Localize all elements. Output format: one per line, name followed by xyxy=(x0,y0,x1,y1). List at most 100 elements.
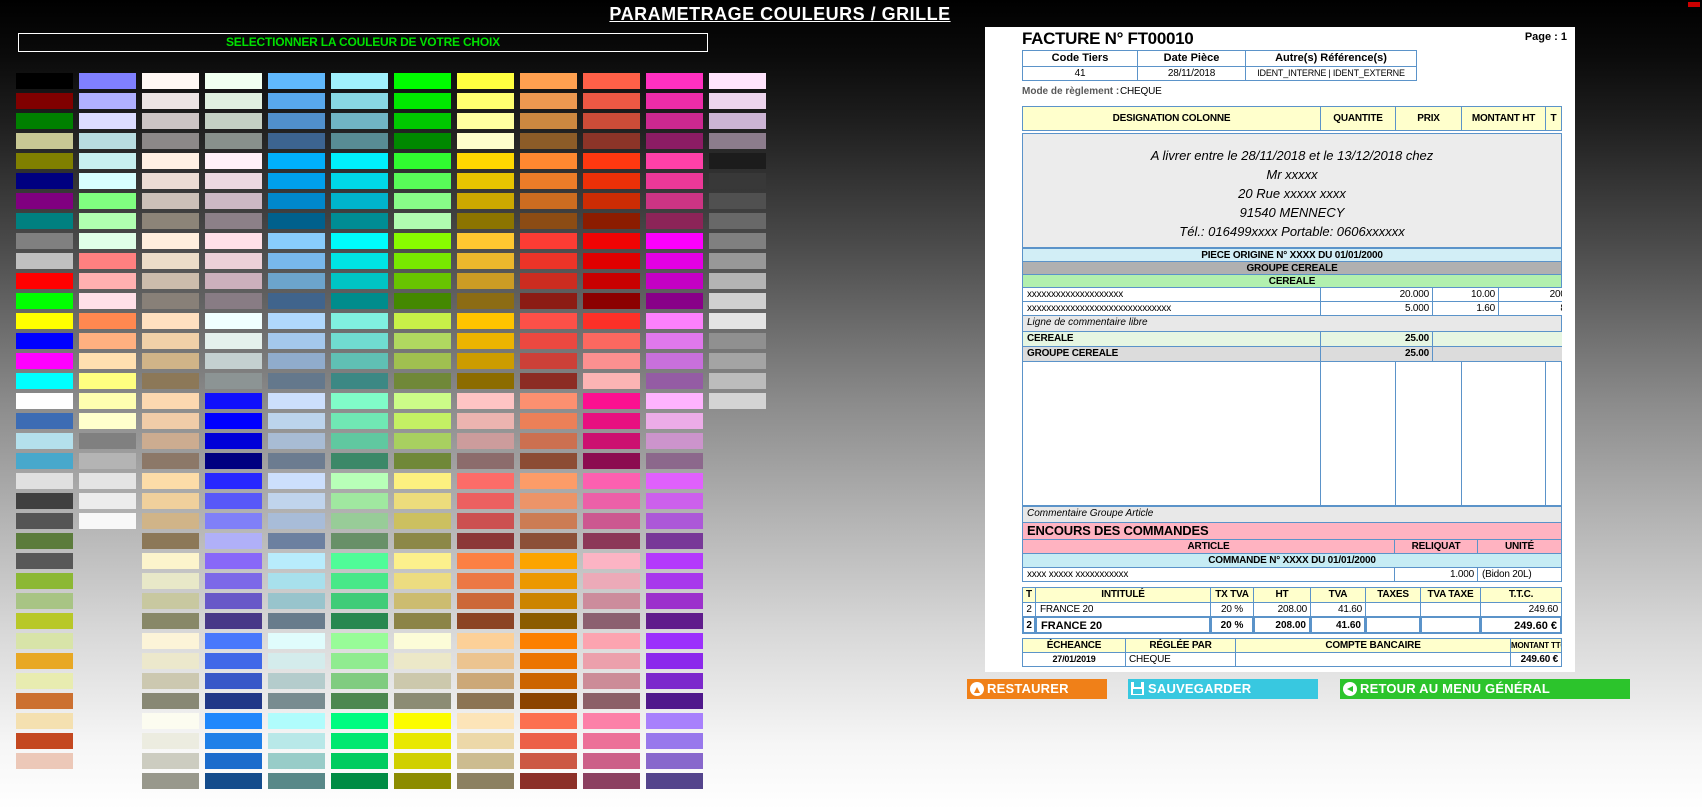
color-swatch[interactable] xyxy=(709,153,766,169)
color-swatch[interactable] xyxy=(520,653,577,669)
color-swatch[interactable] xyxy=(394,733,451,749)
color-swatch[interactable] xyxy=(79,373,136,389)
color-swatch[interactable] xyxy=(16,613,73,629)
color-swatch[interactable] xyxy=(16,193,73,209)
color-swatch[interactable] xyxy=(331,553,388,569)
color-swatch[interactable] xyxy=(394,433,451,449)
color-swatch[interactable] xyxy=(520,693,577,709)
color-swatch[interactable] xyxy=(16,513,73,529)
color-swatch[interactable] xyxy=(268,673,325,689)
color-swatch[interactable] xyxy=(646,373,703,389)
color-swatch[interactable] xyxy=(268,453,325,469)
color-swatch[interactable] xyxy=(583,393,640,409)
color-swatch[interactable] xyxy=(331,173,388,189)
color-swatch[interactable] xyxy=(394,473,451,489)
color-swatch[interactable] xyxy=(646,733,703,749)
color-swatch[interactable] xyxy=(583,573,640,589)
color-swatch[interactable] xyxy=(205,553,262,569)
color-swatch[interactable] xyxy=(646,353,703,369)
color-swatch[interactable] xyxy=(16,753,73,769)
color-swatch[interactable] xyxy=(268,353,325,369)
color-swatch[interactable] xyxy=(394,573,451,589)
color-swatch[interactable] xyxy=(520,773,577,789)
color-swatch[interactable] xyxy=(646,233,703,249)
color-swatch[interactable] xyxy=(142,113,199,129)
color-swatch[interactable] xyxy=(520,493,577,509)
color-swatch[interactable] xyxy=(142,733,199,749)
color-swatch[interactable] xyxy=(79,453,136,469)
color-swatch[interactable] xyxy=(331,573,388,589)
color-swatch[interactable] xyxy=(520,333,577,349)
color-swatch[interactable] xyxy=(646,193,703,209)
color-swatch[interactable] xyxy=(394,553,451,569)
color-swatch[interactable] xyxy=(16,313,73,329)
color-swatch[interactable] xyxy=(16,433,73,449)
color-swatch[interactable] xyxy=(331,93,388,109)
color-swatch[interactable] xyxy=(709,193,766,209)
color-swatch[interactable] xyxy=(16,233,73,249)
color-swatch[interactable] xyxy=(268,133,325,149)
color-swatch[interactable] xyxy=(457,213,514,229)
color-swatch[interactable] xyxy=(16,673,73,689)
color-swatch[interactable] xyxy=(16,373,73,389)
color-swatch[interactable] xyxy=(646,113,703,129)
color-swatch[interactable] xyxy=(457,693,514,709)
color-swatch[interactable] xyxy=(142,593,199,609)
color-swatch[interactable] xyxy=(646,633,703,649)
color-swatch[interactable] xyxy=(331,533,388,549)
color-swatch[interactable] xyxy=(142,213,199,229)
color-swatch[interactable] xyxy=(583,173,640,189)
color-swatch[interactable] xyxy=(646,513,703,529)
color-swatch[interactable] xyxy=(457,233,514,249)
color-swatch[interactable] xyxy=(583,113,640,129)
color-swatch[interactable] xyxy=(457,293,514,309)
color-swatch[interactable] xyxy=(268,493,325,509)
color-swatch[interactable] xyxy=(331,633,388,649)
color-swatch[interactable] xyxy=(520,733,577,749)
color-swatch[interactable] xyxy=(394,633,451,649)
color-swatch[interactable] xyxy=(268,313,325,329)
color-swatch[interactable] xyxy=(205,273,262,289)
color-swatch[interactable] xyxy=(394,193,451,209)
color-swatch[interactable] xyxy=(394,693,451,709)
color-swatch[interactable] xyxy=(457,273,514,289)
color-swatch[interactable] xyxy=(79,193,136,209)
color-swatch[interactable] xyxy=(79,253,136,269)
color-swatch[interactable] xyxy=(268,613,325,629)
color-swatch[interactable] xyxy=(331,453,388,469)
color-swatch[interactable] xyxy=(331,313,388,329)
color-swatch[interactable] xyxy=(16,93,73,109)
color-swatch[interactable] xyxy=(268,213,325,229)
color-swatch[interactable] xyxy=(142,693,199,709)
color-swatch[interactable] xyxy=(709,293,766,309)
color-swatch[interactable] xyxy=(268,653,325,669)
color-swatch[interactable] xyxy=(205,573,262,589)
color-swatch[interactable] xyxy=(16,293,73,309)
color-swatch[interactable] xyxy=(394,493,451,509)
color-swatch[interactable] xyxy=(394,673,451,689)
color-swatch[interactable] xyxy=(142,573,199,589)
color-swatch[interactable] xyxy=(79,173,136,189)
color-swatch[interactable] xyxy=(457,613,514,629)
color-swatch[interactable] xyxy=(268,513,325,529)
color-swatch[interactable] xyxy=(457,473,514,489)
color-swatch[interactable] xyxy=(646,413,703,429)
color-swatch[interactable] xyxy=(205,693,262,709)
color-swatch[interactable] xyxy=(457,553,514,569)
color-swatch[interactable] xyxy=(205,493,262,509)
color-swatch[interactable] xyxy=(331,233,388,249)
color-swatch[interactable] xyxy=(394,533,451,549)
color-swatch[interactable] xyxy=(16,133,73,149)
color-swatch[interactable] xyxy=(457,153,514,169)
color-swatch[interactable] xyxy=(79,213,136,229)
color-swatch[interactable] xyxy=(709,73,766,89)
color-swatch[interactable] xyxy=(709,173,766,189)
color-swatch[interactable] xyxy=(646,313,703,329)
color-swatch[interactable] xyxy=(142,253,199,269)
color-swatch[interactable] xyxy=(268,253,325,269)
color-swatch[interactable] xyxy=(457,393,514,409)
color-swatch[interactable] xyxy=(520,73,577,89)
color-swatch[interactable] xyxy=(268,73,325,89)
color-swatch[interactable] xyxy=(205,233,262,249)
color-swatch[interactable] xyxy=(142,313,199,329)
